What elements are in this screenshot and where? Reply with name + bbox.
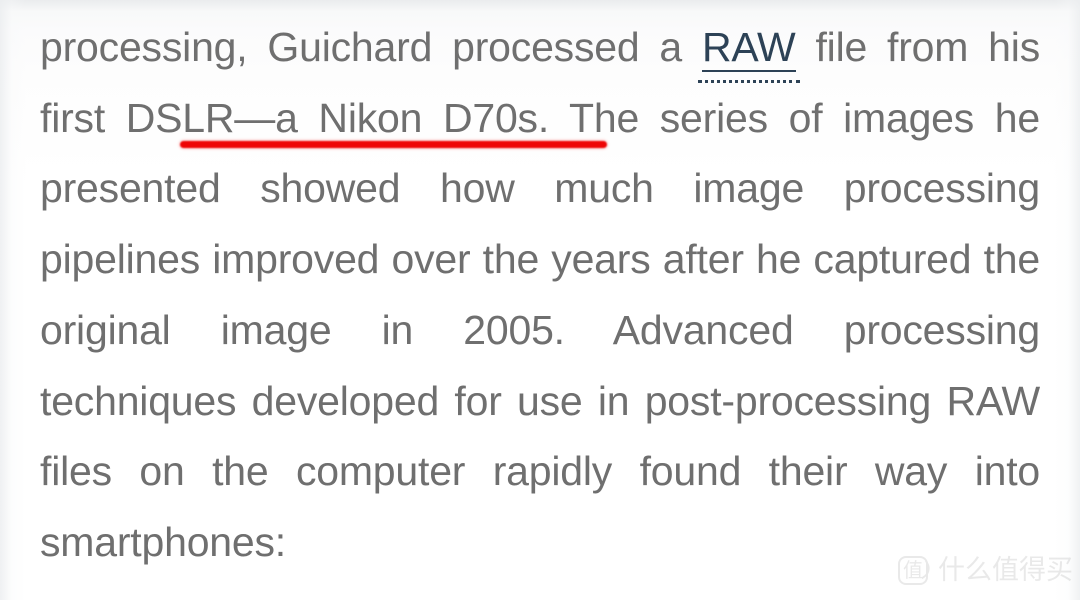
article-paragraph: processing, Guichard processed a RAW fil…: [40, 0, 1040, 600]
paragraph-text-after-link: file from his first DSLR—a Nikon D70s. T…: [40, 24, 1040, 565]
left-edge-shading: [0, 0, 26, 600]
article-body: processing, Guichard processed a RAW fil…: [40, 0, 1040, 600]
link-dotted-underline: [697, 80, 800, 83]
red-underline-annotation: [180, 141, 607, 148]
raw-link-label: RAW: [701, 24, 796, 70]
screenshot-canvas: processing, Guichard processed a RAW fil…: [0, 0, 1080, 600]
paragraph-text-before-link: processing, Guichard processed a: [40, 24, 702, 70]
paragraph-text-flow: processing, Guichard processed a RAW fil…: [40, 0, 1040, 578]
raw-link[interactable]: RAW: [697, 24, 800, 83]
link-solid-underline: [701, 70, 796, 72]
right-edge-shading: [1054, 0, 1080, 600]
